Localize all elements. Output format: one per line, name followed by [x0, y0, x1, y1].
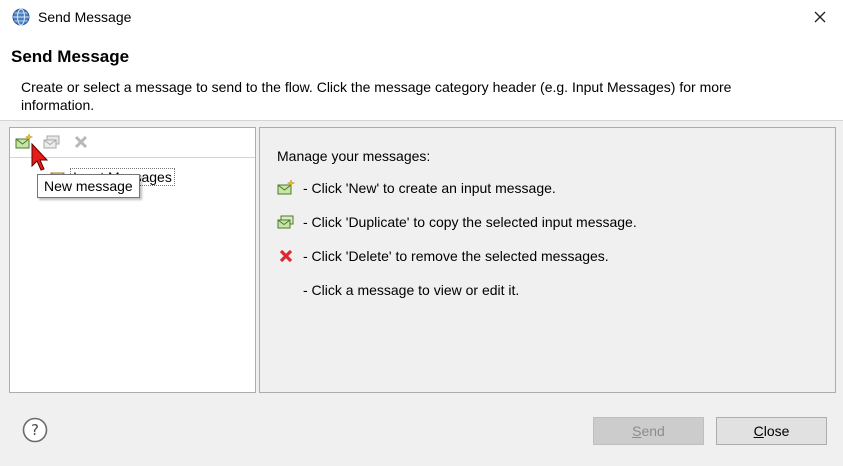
send-button[interactable]: Send: [593, 417, 704, 445]
help-icon[interactable]: ?: [22, 417, 48, 443]
new-message-icon: [277, 179, 295, 195]
delete-icon: [279, 249, 293, 263]
info-panel: Manage your messages: - Click 'New' to c…: [259, 127, 836, 393]
dialog-heading: Send Message: [11, 47, 130, 66]
delete-icon[interactable]: [72, 133, 90, 151]
info-line-text: - Click a message to view or edit it.: [303, 282, 520, 298]
close-label-rest: lose: [763, 423, 790, 439]
dialog-header: Send Message Create or select a message …: [0, 34, 843, 121]
info-title: Manage your messages:: [277, 148, 431, 164]
close-button[interactable]: Close: [716, 417, 827, 445]
info-line-text: - Click 'New' to create an input message…: [303, 180, 556, 196]
mouse-cursor-icon: [31, 142, 49, 171]
send-label-rest: end: [641, 423, 665, 439]
tooltip: New message: [37, 174, 140, 198]
info-line-text: - Click 'Delete' to remove the selected …: [303, 248, 609, 264]
duplicate-message-icon: [277, 215, 294, 229]
title-bar: Send Message: [0, 0, 843, 34]
svg-text:?: ?: [31, 421, 39, 439]
globe-icon: [12, 8, 30, 26]
close-mnemonic: C: [753, 423, 764, 439]
close-window-button[interactable]: [807, 4, 833, 30]
window-title: Send Message: [38, 9, 132, 25]
dialog-description: Create or select a message to send to th…: [21, 79, 732, 113]
info-line-text: - Click 'Duplicate' to copy the selected…: [303, 214, 637, 230]
